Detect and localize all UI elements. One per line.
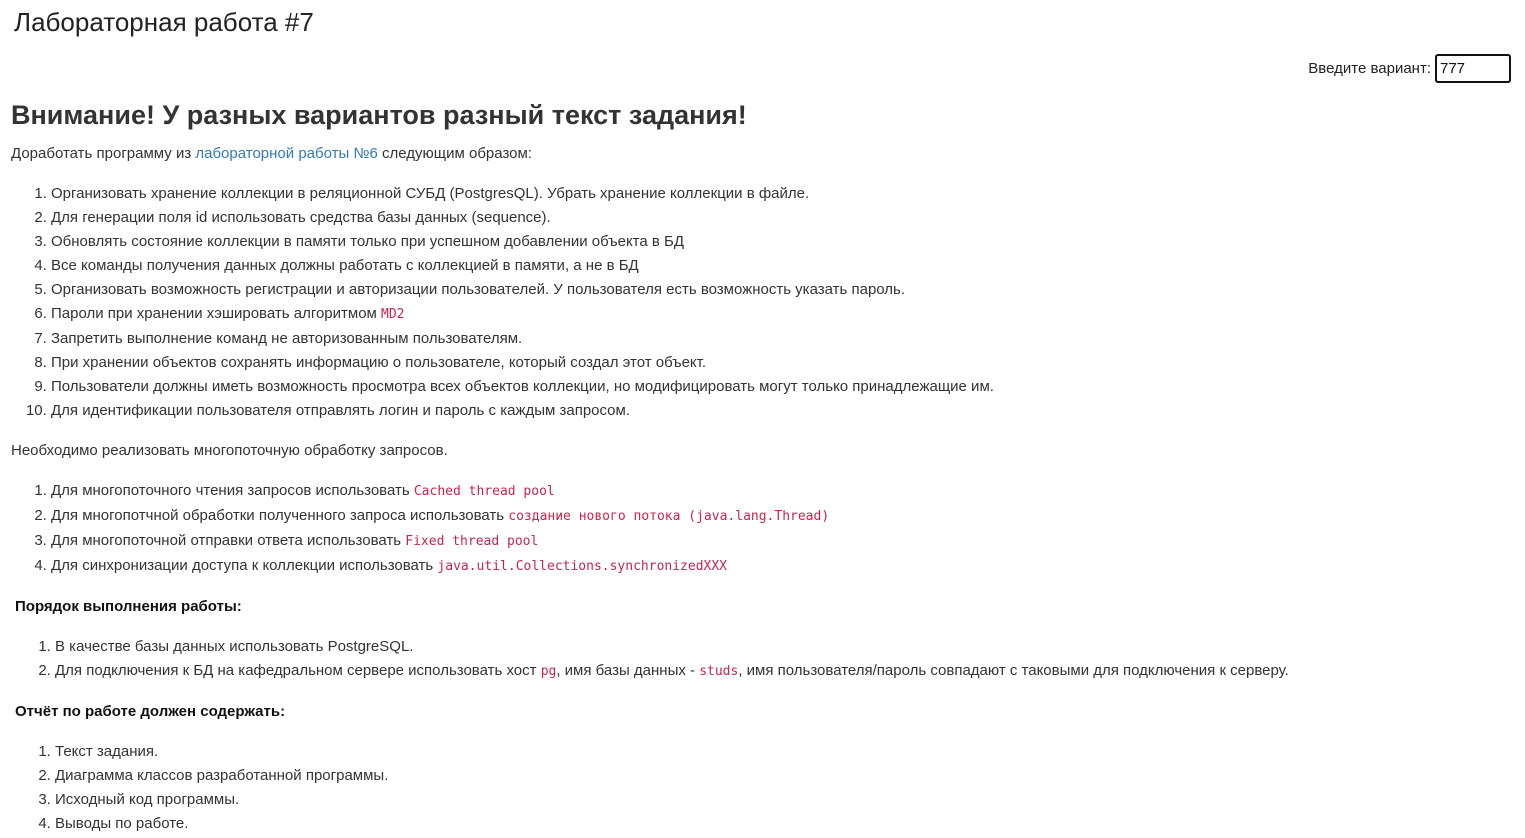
list-item: Организовать возможность регистрации и а… (51, 278, 1514, 302)
list-item: Для синхронизации доступа к коллекции ис… (51, 554, 1514, 579)
list-item: Для многопотчной обработки полученного з… (51, 504, 1514, 529)
list-item: Организовать хранение коллекции в реляци… (51, 182, 1514, 206)
list-item: Для многопоточного чтения запросов испол… (51, 479, 1514, 504)
list-item-text: Исходный код программы. (55, 791, 240, 808)
report-heading: Отчёт по работе должен содержать: (15, 703, 286, 720)
variant-input[interactable] (1435, 54, 1511, 83)
list-item: Исходный код программы. (55, 788, 1514, 812)
report-list: Текст задания. Диаграмма классов разрабо… (11, 740, 1514, 836)
page: Лабораторная работа #7 Введите вариант: … (0, 0, 1525, 838)
list-item: Для многопоточной отправки ответа исполь… (51, 529, 1514, 554)
multithread-intro: Необходимо реализовать многопоточную обр… (11, 442, 448, 459)
list-item: Пароли при хранении хэшировать алгоритмо… (51, 302, 1514, 327)
host-code: pg (540, 664, 557, 679)
list-item: В качестве базы данных использовать Post… (55, 635, 1514, 659)
list-item: Выводы по работе. (55, 812, 1514, 836)
list-item: Запретить выполнение команд не авторизов… (51, 327, 1514, 351)
list-item-text: Для многопоточной отправки ответа исполь… (51, 532, 406, 549)
list-item-text: Диаграмма классов разработанной программ… (55, 767, 389, 784)
list-item-text: Пароли при хранении хэшировать алгоритмо… (51, 305, 382, 322)
multithread-list: Для многопоточного чтения запросов испол… (11, 479, 1514, 579)
inline-code: java.util.Collections.synchronizedXXX (437, 559, 728, 574)
inline-code: Fixed thread pool (405, 534, 539, 549)
list-item: Обновлять состояние коллекции в памяти т… (51, 230, 1514, 254)
list-item-text: , имя базы данных - (556, 662, 700, 679)
list-item-text: Организовать хранение коллекции в реляци… (51, 185, 810, 202)
list-item-text: Все команды получения данных должны рабо… (51, 257, 639, 274)
list-item-text: Для подключения к БД на кафедральном сер… (55, 662, 541, 679)
list-item-text: , имя пользователя/пароль совпадают с та… (738, 662, 1289, 679)
list-item: Для генерации поля id использовать средс… (51, 206, 1514, 230)
list-item-text: Для идентификации пользователя отправлят… (51, 402, 631, 419)
list-item-text: Для многопоточного чтения запросов испол… (51, 482, 414, 499)
order-list: В качестве базы данных использовать Post… (11, 635, 1514, 684)
list-item-text: Обновлять состояние коллекции в памяти т… (51, 233, 685, 250)
list-item: Все команды получения данных должны рабо… (51, 254, 1514, 278)
database-code: studs (699, 664, 739, 679)
list-item-text: Пользователи должны иметь возможность пр… (51, 378, 994, 395)
list-item-text: Для многопотчной обработки полученного з… (51, 507, 509, 524)
inline-code: создание нового потока (java.lang.Thread… (508, 509, 830, 524)
variant-label: Введите вариант: (1308, 60, 1431, 77)
variant-selector: Введите вариант: (1308, 54, 1511, 83)
list-item: Для подключения к БД на кафедральном сер… (55, 659, 1514, 684)
list-item: Текст задания. (55, 740, 1514, 764)
list-item-text: В качестве базы данных использовать Post… (55, 638, 414, 655)
warning-heading: Внимание! У разных вариантов разный текс… (11, 100, 747, 130)
list-item-text: Запретить выполнение команд не авторизов… (51, 330, 523, 347)
intro-paragraph: Доработать программу из лабораторной раб… (11, 142, 1514, 166)
intro-text-before: Доработать программу из (11, 145, 196, 162)
page-title: Лабораторная работа #7 (14, 7, 314, 37)
list-item-text: Текст задания. (55, 743, 159, 760)
list-item: Пользователи должны иметь возможность пр… (51, 375, 1514, 399)
list-item-text: Выводы по работе. (55, 815, 189, 832)
inline-code: Cached thread pool (413, 484, 555, 499)
lab6-link[interactable]: лабораторной работы №6 (195, 145, 377, 162)
list-item-text: Организовать возможность регистрации и а… (51, 281, 906, 298)
hash-algorithm-code: MD2 (381, 307, 405, 322)
intro-text-after: следующим образом: (377, 145, 532, 162)
task-content: Внимание! У разных вариантов разный текс… (11, 96, 1514, 836)
list-item: При хранении объектов сохранять информац… (51, 351, 1514, 375)
list-item-text: При хранении объектов сохранять информац… (51, 354, 707, 371)
task-list: Организовать хранение коллекции в реляци… (11, 182, 1514, 423)
list-item: Для идентификации пользователя отправлят… (51, 399, 1514, 423)
list-item: Диаграмма классов разработанной программ… (55, 764, 1514, 788)
list-item-text: Для синхронизации доступа к коллекции ис… (51, 557, 438, 574)
list-item-text: Для генерации поля id использовать средс… (51, 209, 551, 226)
order-heading: Порядок выполнения работы: (15, 598, 242, 615)
